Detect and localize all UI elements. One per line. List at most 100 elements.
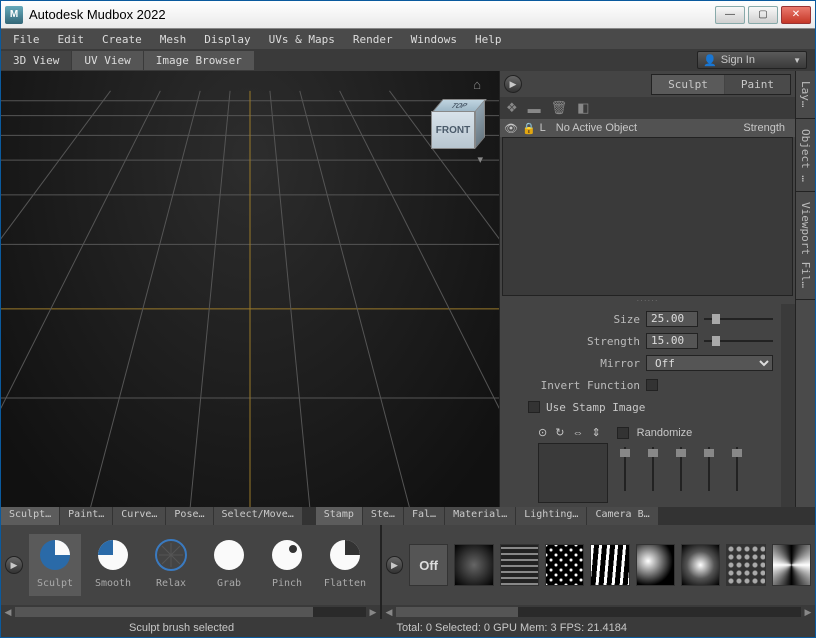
menu-render[interactable]: Render bbox=[345, 31, 401, 48]
cat-paint[interactable]: Paint… bbox=[60, 507, 112, 525]
sidetab-layers[interactable]: Lay… bbox=[796, 71, 815, 119]
side-tab-strip: Lay… Object … Viewport Fil… bbox=[795, 71, 815, 507]
stamp-6[interactable] bbox=[681, 544, 720, 586]
brush-sculpt[interactable]: Sculpt bbox=[29, 534, 81, 596]
tab-imagebrowser[interactable]: Image Browser bbox=[144, 51, 254, 70]
titlebar: M Autodesk Mudbox 2022 — ▢ ✕ bbox=[1, 1, 815, 29]
mode-paint[interactable]: Paint bbox=[725, 75, 790, 94]
window-title: Autodesk Mudbox 2022 bbox=[29, 7, 715, 22]
cat-sculpt[interactable]: Sculpt… bbox=[1, 507, 59, 525]
viewcube[interactable]: TOP FRONT bbox=[431, 99, 483, 151]
signin-label: Sign In bbox=[721, 54, 755, 66]
brush-relax[interactable]: Relax bbox=[145, 534, 197, 596]
maximize-button[interactable]: ▢ bbox=[748, 6, 778, 24]
expand-button[interactable]: ▶ bbox=[504, 75, 522, 93]
cat-pose[interactable]: Pose… bbox=[166, 507, 212, 525]
vslider-1[interactable] bbox=[618, 447, 632, 491]
lock-icon[interactable]: 🔒 bbox=[522, 122, 536, 135]
menu-windows[interactable]: Windows bbox=[403, 31, 465, 48]
size-input[interactable]: 25.00 bbox=[646, 311, 698, 327]
vslider-2[interactable] bbox=[646, 447, 660, 491]
tray-expand-right[interactable]: ▶ bbox=[386, 556, 403, 574]
menu-create[interactable]: Create bbox=[94, 31, 150, 48]
stamp-8[interactable] bbox=[772, 544, 811, 586]
usestamp-checkbox[interactable] bbox=[528, 401, 540, 413]
stamp-3[interactable] bbox=[545, 544, 584, 586]
brush-scrollbar[interactable]: ◀▶ bbox=[1, 605, 380, 619]
strength-slider[interactable] bbox=[704, 334, 773, 348]
stamp-4[interactable] bbox=[590, 544, 629, 586]
bottom-tray: Sculpt… Paint… Curve… Pose… Select/Move…… bbox=[1, 507, 815, 619]
strength-label: Strength bbox=[508, 335, 640, 348]
brush-pinch[interactable]: Pinch bbox=[261, 534, 313, 596]
cat-curve[interactable]: Curve… bbox=[113, 507, 165, 525]
flip-v-icon[interactable]: ⇕ bbox=[591, 426, 600, 439]
stamp-2[interactable] bbox=[500, 544, 539, 586]
cat-select[interactable]: Select/Move… bbox=[214, 507, 302, 525]
orient-icon[interactable]: ⊙ bbox=[538, 426, 547, 439]
cat-lighting[interactable]: Lighting… bbox=[516, 507, 586, 525]
layer-header: 👁 🔒 L No Active Object Strength bbox=[500, 119, 795, 137]
vslider-4[interactable] bbox=[702, 447, 716, 491]
size-slider[interactable] bbox=[704, 312, 773, 326]
merge-icon[interactable]: ◧ bbox=[577, 100, 589, 116]
brush-grab[interactable]: Grab bbox=[203, 534, 255, 596]
rotate-icon[interactable]: ↻ bbox=[555, 426, 564, 439]
splitter[interactable]: ······ bbox=[500, 296, 795, 304]
mirror-label: Mirror bbox=[508, 357, 640, 370]
menu-display[interactable]: Display bbox=[196, 31, 258, 48]
randomize-checkbox[interactable] bbox=[617, 427, 629, 439]
vslider-5[interactable] bbox=[730, 447, 744, 491]
stamp-off[interactable]: Off bbox=[409, 544, 448, 586]
mode-sculpt[interactable]: Sculpt bbox=[652, 75, 724, 94]
menubar: File Edit Create Mesh Display UVs & Maps… bbox=[1, 29, 815, 49]
menu-help[interactable]: Help bbox=[467, 31, 510, 48]
signin-dropdown[interactable]: 👤 Sign In ▼ bbox=[697, 51, 807, 69]
stamp-7[interactable] bbox=[726, 544, 765, 586]
close-button[interactable]: ✕ bbox=[781, 6, 811, 24]
3d-viewport[interactable]: ⌂ TOP FRONT ▾ bbox=[1, 71, 499, 507]
vslider-3[interactable] bbox=[674, 447, 688, 491]
randomize-label: Randomize bbox=[637, 427, 693, 439]
tray-expand-left[interactable]: ▶ bbox=[5, 556, 23, 574]
status-stats: Total: 0 Selected: 0 GPU Mem: 3 FPS: 21.… bbox=[396, 622, 627, 634]
viewcube-menu-icon[interactable]: ▾ bbox=[477, 153, 483, 166]
mirror-select[interactable]: Off bbox=[646, 355, 773, 371]
flip-h-icon[interactable]: ⇔ bbox=[572, 427, 583, 439]
home-icon[interactable]: ⌂ bbox=[473, 77, 481, 92]
col-strength: Strength bbox=[743, 122, 785, 134]
layers-icon[interactable]: ❖ bbox=[506, 100, 518, 116]
status-message: Sculpt brush selected bbox=[9, 622, 309, 634]
tab-3dview[interactable]: 3D View bbox=[1, 51, 71, 70]
sidetab-viewport[interactable]: Viewport Fil… bbox=[796, 192, 815, 299]
layer-toolbar: ❖ ▬ 🗑 ◧ bbox=[500, 97, 795, 119]
brush-flatten[interactable]: Flatten bbox=[319, 534, 371, 596]
cat-material[interactable]: Material… bbox=[445, 507, 515, 525]
minimize-button[interactable]: — bbox=[715, 6, 745, 24]
cat-camera[interactable]: Camera B… bbox=[587, 507, 657, 525]
viewcube-front[interactable]: FRONT bbox=[431, 111, 475, 149]
cat-stencil[interactable]: Ste… bbox=[363, 507, 403, 525]
invert-label: Invert Function bbox=[508, 379, 640, 392]
menu-uvs[interactable]: UVs & Maps bbox=[261, 31, 343, 48]
invert-checkbox[interactable] bbox=[646, 379, 658, 391]
stamp-preview[interactable] bbox=[538, 443, 608, 503]
cat-falloff[interactable]: Fal… bbox=[404, 507, 444, 525]
folder-icon[interactable]: ▬ bbox=[528, 101, 541, 116]
cat-stamp[interactable]: Stamp bbox=[316, 507, 362, 525]
strength-input[interactable]: 15.00 bbox=[646, 333, 698, 349]
stamp-5[interactable] bbox=[636, 544, 675, 586]
view-tab-row: 3D View UV View Image Browser 👤 Sign In … bbox=[1, 49, 815, 71]
menu-mesh[interactable]: Mesh bbox=[152, 31, 195, 48]
menu-edit[interactable]: Edit bbox=[50, 31, 93, 48]
brush-smooth[interactable]: Smooth bbox=[87, 534, 139, 596]
sidetab-object[interactable]: Object … bbox=[796, 119, 815, 193]
menu-file[interactable]: File bbox=[5, 31, 48, 48]
stamp-scrollbar[interactable]: ◀▶ bbox=[382, 605, 815, 619]
right-scrollbar[interactable] bbox=[781, 304, 795, 507]
trash-icon[interactable]: 🗑 bbox=[551, 100, 568, 116]
tab-uvview[interactable]: UV View bbox=[72, 51, 142, 70]
stamp-1[interactable] bbox=[454, 544, 493, 586]
eye-icon[interactable]: 👁 bbox=[504, 122, 518, 135]
layer-list[interactable] bbox=[502, 137, 793, 296]
